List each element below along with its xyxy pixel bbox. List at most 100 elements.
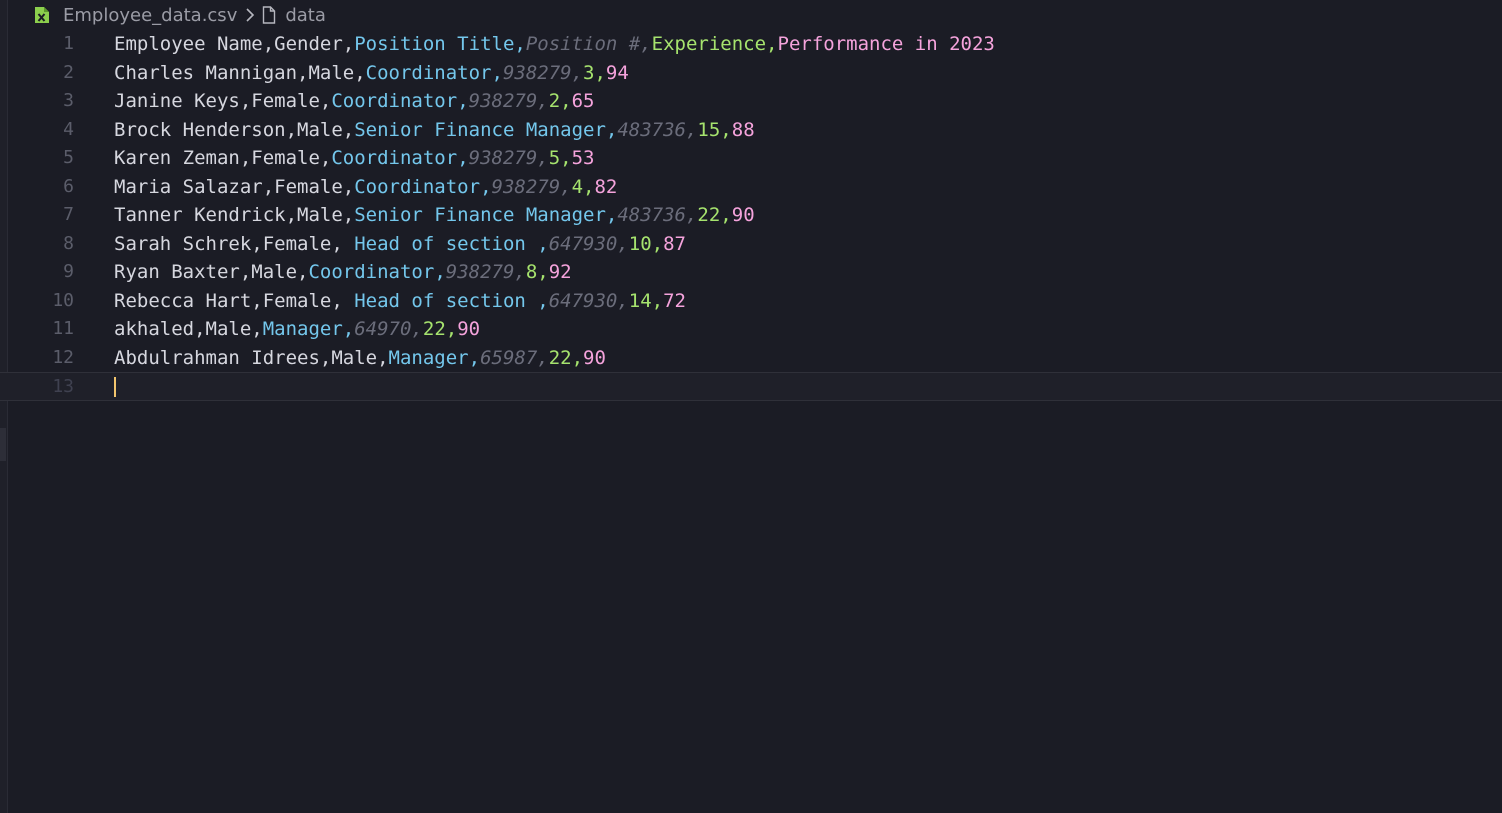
csv-cell: Senior Finance Manager, xyxy=(354,118,618,141)
csv-cell: 53 xyxy=(571,147,595,169)
csv-cell: Male, xyxy=(251,261,309,283)
csv-cell: Abdulrahman Idrees, xyxy=(114,346,332,369)
csv-cell: Brock Henderson, xyxy=(114,118,298,141)
csv-cell: Coordinator, xyxy=(308,261,446,283)
code-line[interactable]: 7 Tanner Kendrick,Male,Senior Finance Man… xyxy=(0,201,1502,230)
scroll-marker xyxy=(0,428,6,461)
csv-cell: 94 xyxy=(605,61,629,84)
csv-cell: Male, xyxy=(205,318,263,340)
csv-cell: 15, xyxy=(697,118,732,141)
csv-cell: 90 xyxy=(457,318,481,340)
code-line[interactable]: 5 Karen Zeman,Female,Coordinator,938279,5… xyxy=(0,144,1502,173)
csv-cell: Female, xyxy=(251,90,332,112)
csv-cell: Coordinator, xyxy=(354,175,492,198)
csv-cell: akhaled, xyxy=(114,318,206,340)
csv-cell: 483736, xyxy=(617,204,698,226)
line-number: 7 xyxy=(63,204,74,225)
csv-cell: 14, xyxy=(628,289,664,312)
csv-cell: 938279, xyxy=(445,261,526,283)
csv-cell: 88 xyxy=(731,118,755,141)
line-content: Charles Mannigan,Male,Coordinator,938279… xyxy=(114,59,629,88)
csv-cell: Senior Finance Manager, xyxy=(354,204,618,226)
csv-cell: 90 xyxy=(583,346,606,369)
line-content: Employee Name,Gender,Position Title,Posi… xyxy=(114,30,995,59)
csv-cell: Sarah Schrek, xyxy=(114,232,263,255)
csv-cell: 82 xyxy=(594,175,618,198)
csv-cell: 2, xyxy=(548,90,572,112)
csv-cell: Manager, xyxy=(262,318,355,340)
line-content: Karen Zeman,Female,Coordinator,938279,5,… xyxy=(114,144,595,173)
csv-cell: 65987, xyxy=(480,346,549,369)
csv-cell: Female, xyxy=(274,175,355,198)
line-content: Sarah Schrek,Female, Head of section ,64… xyxy=(114,230,686,259)
line-number: 2 xyxy=(63,61,74,83)
breadcrumb-symbol[interactable]: data xyxy=(285,5,326,26)
csv-cell: Gender, xyxy=(274,33,355,55)
csv-cell: Ryan Baxter, xyxy=(114,261,252,283)
code-editor[interactable]: 1 Employee Name,Gender,Position Title,Pos… xyxy=(0,30,1502,401)
csv-cell: 65 xyxy=(571,90,595,112)
csv-cell: 87 xyxy=(663,232,686,255)
document-icon xyxy=(262,6,276,24)
csv-cell: Coordinator, xyxy=(331,147,469,169)
csv-cell: 938279, xyxy=(502,61,584,84)
csv-cell: Maria Salazar, xyxy=(114,175,275,198)
code-line[interactable]: 9 Ryan Baxter,Male,Coordinator,938279,8,9… xyxy=(0,258,1502,287)
csv-cell: Manager, xyxy=(388,346,481,369)
csv-cell: Male, xyxy=(297,118,355,141)
code-line[interactable]: 13 xyxy=(0,372,1502,401)
code-line[interactable]: 6 Maria Salazar,Female,Coordinator,938279… xyxy=(0,173,1502,202)
csv-cell: Rebecca Hart, xyxy=(114,289,263,312)
csv-cell: Head of section , xyxy=(342,232,549,255)
line-number: 8 xyxy=(63,232,74,254)
csv-cell: 4, xyxy=(571,175,595,198)
code-line[interactable]: 1 Employee Name,Gender,Position Title,Pos… xyxy=(0,30,1502,59)
code-line[interactable]: 10 Rebecca Hart,Female, Head of section ,… xyxy=(0,287,1502,316)
csv-cell: 647930, xyxy=(548,289,629,312)
line-number: 9 xyxy=(63,261,74,282)
csv-cell: 3, xyxy=(583,61,606,84)
chevron-right-icon xyxy=(244,7,256,23)
line-content: Brock Henderson,Male,Senior Finance Mana… xyxy=(114,116,755,145)
csv-cell: 8, xyxy=(525,261,549,283)
csv-cell: Female, xyxy=(262,232,343,255)
csv-cell: Head of section , xyxy=(342,289,549,312)
line-number: 6 xyxy=(63,175,74,197)
csv-cell: Male, xyxy=(297,204,355,226)
csv-cell: Tanner Kendrick, xyxy=(114,204,298,226)
csv-cell: Performance in 2023 xyxy=(777,33,995,55)
csv-cell: Male, xyxy=(331,346,389,369)
csv-cell: 22, xyxy=(422,318,458,340)
csv-cell: 64970, xyxy=(354,318,423,340)
csv-cell: 483736, xyxy=(617,118,698,141)
breadcrumb: Employee_data.csv data xyxy=(33,0,326,30)
csv-cell: 72 xyxy=(663,289,686,312)
code-line[interactable]: 12 Abdulrahman Idrees,Male,Manager,65987,… xyxy=(0,344,1502,373)
csv-cell: 938279, xyxy=(491,175,572,198)
csv-cell: Female, xyxy=(262,289,343,312)
csv-cell: 90 xyxy=(731,204,755,226)
csv-cell: Janine Keys, xyxy=(114,90,252,112)
csv-cell: 22, xyxy=(548,346,584,369)
csv-cell: Karen Zeman, xyxy=(114,147,252,169)
code-line[interactable]: 3 Janine Keys,Female,Coordinator,938279,2… xyxy=(0,87,1502,116)
code-line[interactable]: 11 akhaled,Male,Manager,64970,22,90 xyxy=(0,315,1502,344)
csv-cell: Coordinator, xyxy=(331,90,469,112)
csv-cell: 10, xyxy=(628,232,664,255)
line-number: 4 xyxy=(63,118,74,140)
line-number: 13 xyxy=(52,376,74,397)
code-line[interactable]: 2 Charles Mannigan,Male,Coordinator,93827… xyxy=(0,59,1502,88)
line-content: Rebecca Hart,Female, Head of section ,64… xyxy=(114,287,686,316)
line-content: Janine Keys,Female,Coordinator,938279,2,… xyxy=(114,87,595,116)
csv-cell: 22, xyxy=(697,204,732,226)
csv-cell: Male, xyxy=(308,61,366,84)
line-number: 11 xyxy=(52,318,74,339)
line-number: 3 xyxy=(63,90,74,111)
code-line[interactable]: 4 Brock Henderson,Male,Senior Finance Man… xyxy=(0,116,1502,145)
csv-cell: Employee Name, xyxy=(114,33,275,55)
csv-cell: Female, xyxy=(251,147,332,169)
csv-cell: 938279, xyxy=(468,147,549,169)
code-line[interactable]: 8 Sarah Schrek,Female, Head of section ,6… xyxy=(0,230,1502,259)
line-number: 10 xyxy=(52,289,74,311)
breadcrumb-file-name[interactable]: Employee_data.csv xyxy=(63,5,237,26)
